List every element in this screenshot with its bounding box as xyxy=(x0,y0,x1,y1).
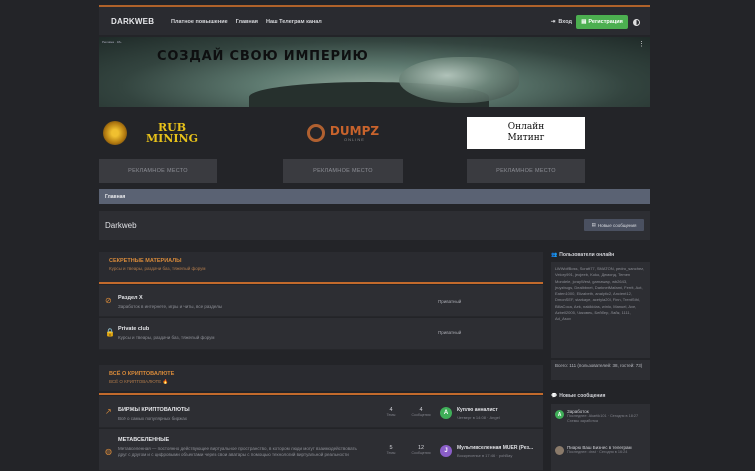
forum-last-post: Приватный xyxy=(438,299,462,304)
category-divider xyxy=(99,393,543,395)
category-subtitle: ВСЁ О КРИПТОВАЛЮТЕ 🔥 xyxy=(109,379,169,384)
category-header-crypto[interactable]: ВСЁ О КРИПТОВАЛЮТЕ ВСЁ О КРИПТОВАЛЮТЕ 🔥 xyxy=(99,365,543,391)
sidebar-post-item[interactable]: Заработок Последнее: Akartik101 · Сегодн… xyxy=(567,409,638,424)
top-banner-ad[interactable]: Реклама · 18+ СОЗДАЙ СВОЮ ИМПЕРИЮ ⋮ xyxy=(99,37,650,107)
chart-icon: ↗ xyxy=(105,407,112,416)
avatar[interactable]: J xyxy=(440,445,452,457)
banner-corner-text: Реклама · 18+ xyxy=(102,40,122,44)
forum-description: Курсы и твеары, раздачи баз, тяжелый фор… xyxy=(118,335,215,340)
new-posts-block: A Заработок Последнее: Akartik101 · Сего… xyxy=(551,404,650,471)
page-title: Darkweb xyxy=(105,221,137,230)
breadcrumb: Главная xyxy=(99,189,650,204)
login-icon: ⇥ xyxy=(550,19,556,25)
banner-creature-image xyxy=(399,57,519,103)
new-posts-title: Новые сообщения xyxy=(559,393,606,399)
nav-telegram[interactable]: Наш Телеграм канал xyxy=(266,19,322,25)
nav-home[interactable]: Главная xyxy=(236,19,258,25)
last-post-info: Куплю анналист Четверг в 14:08 · Angel xyxy=(457,407,500,420)
category-subtitle: Курсы и твеары, раздачи баз, тяжелый фор… xyxy=(109,266,206,271)
thread-count-label: Темы xyxy=(386,451,396,455)
login-label: Вход xyxy=(558,19,572,25)
online-users-header: 👥 Пользователи онлайн xyxy=(551,252,650,258)
forum-title[interactable]: МЕТАВСЕЛЕННЫЕ xyxy=(118,437,169,443)
online-users-block: LWWolfBoss, Scratt77, SMATON, pedro_sanc… xyxy=(551,262,650,358)
document-icon: ▤ xyxy=(591,222,596,227)
rub-coin-icon xyxy=(103,121,127,145)
forum-node[interactable]: ↗ БИРЖЫ КРИПТОВАЛЮТЫ Всё о самых популяр… xyxy=(99,396,543,428)
banner-title: СОЗДАЙ СВОЮ ИМПЕРИЮ xyxy=(157,49,369,64)
ad-rub-mining[interactable]: RUB MINING xyxy=(99,115,217,151)
theme-toggle-icon[interactable] xyxy=(633,19,640,26)
avatar[interactable]: A xyxy=(555,410,564,419)
ad-slot-1[interactable]: РЕКЛАМНОЕ МЕСТО xyxy=(99,159,217,183)
sidebar-post-meta: Последнее: dnst · Сегодня в 16:24 xyxy=(567,450,628,454)
dumpz-title: DUMPZ xyxy=(329,123,380,138)
top-navbar: DARKWEB Платное повышение Главная Наш Те… xyxy=(99,5,650,35)
ad-slot-2[interactable]: РЕКЛАМНОЕ МЕСТО xyxy=(283,159,403,183)
globe-icon: ◍ xyxy=(105,447,112,456)
forum-description: Всё о самых популярных биржах xyxy=(118,416,188,421)
online-users-title: Пользователи онлайн xyxy=(559,252,615,258)
comments-icon: 💬 xyxy=(551,393,558,399)
hidden-eye-icon: ⊘ xyxy=(105,296,112,305)
online-total-block: Всего: 111 (пользователей: 38, гостей: 7… xyxy=(551,360,650,380)
page-title-bar: Darkweb ▤ Новые сообщения xyxy=(99,211,650,240)
post-count: 4 Сообщения xyxy=(411,407,431,417)
register-button[interactable]: ▤ Регистрация xyxy=(576,15,628,29)
post-count-label: Сообщения xyxy=(411,413,431,417)
forum-description: Метавселенная — постоянно действующее ви… xyxy=(118,446,357,457)
avatar[interactable] xyxy=(555,446,564,455)
last-post-meta: Четверг в 14:08 · Angel xyxy=(457,415,500,420)
thread-count: 4 Темы xyxy=(381,407,401,417)
category-title: СЕКРЕТНЫЕ МАТЕРИАЛЫ xyxy=(109,258,182,264)
last-post-meta: Воскресенье в 17:46 · pohBay xyxy=(457,453,513,458)
online-total: Всего: 111 (пользователей: 38, гостей: 7… xyxy=(555,363,643,368)
sidebar-post-forum[interactable]: Схемы заработка xyxy=(567,419,638,424)
post-count: 12 Сообщения xyxy=(411,445,431,455)
last-post-title[interactable]: Мультивселенная MUER (Рез... xyxy=(457,445,533,451)
login-link[interactable]: ⇥ Вход xyxy=(551,19,572,25)
main-nav: Платное повышение Главная Наш Телеграм к… xyxy=(171,19,322,25)
forum-last-post: Приватный xyxy=(438,330,462,335)
ad-online-meeting[interactable]: Онлайн Митинг xyxy=(467,117,585,149)
register-label: Регистрация xyxy=(588,19,623,25)
meeting-text: Онлайн Митинг xyxy=(507,122,545,143)
new-posts-header: 💬 Новые сообщения xyxy=(551,393,650,399)
online-user-list[interactable]: LWWolfBoss, Scratt77, SMATON, pedro_sanc… xyxy=(551,262,650,327)
new-posts-label: Новые сообщения xyxy=(597,222,637,228)
breadcrumb-home[interactable]: Главная xyxy=(105,194,125,200)
ad-dumpz[interactable]: DUMPZ ONLINE xyxy=(283,115,403,151)
forum-node[interactable]: ◍ МЕТАВСЕЛЕННЫЕ Метавселенная — постоянн… xyxy=(99,429,543,471)
sidebar-post-item[interactable]: Пиарю Ваш Бизнес в телеграм Последнее: d… xyxy=(567,445,632,455)
dumpz-gear-icon xyxy=(306,124,325,142)
lock-icon: 🔒 xyxy=(105,328,115,337)
avatar[interactable]: A xyxy=(440,407,452,419)
forum-node[interactable]: ⊘ Раздел X Заработок в интернете, игры и… xyxy=(99,285,543,317)
ad-slot-3[interactable]: РЕКЛАМНОЕ МЕСТО xyxy=(467,159,585,183)
forum-title[interactable]: Раздел X xyxy=(118,295,143,301)
thread-count: 5 Темы xyxy=(381,445,401,455)
last-post-title[interactable]: Куплю анналист xyxy=(457,407,500,413)
new-posts-button[interactable]: ▤ Новые сообщения xyxy=(584,219,644,231)
last-post-info: Мультивселенная MUER (Рез... Воскресенье… xyxy=(457,445,533,458)
forum-description: Заработок в интернете, игры и читы, все … xyxy=(118,304,223,309)
category-title: ВСЁ О КРИПТОВАЛЮТЕ xyxy=(109,371,175,377)
nav-paid-boost[interactable]: Платное повышение xyxy=(171,19,228,25)
register-icon: ▤ xyxy=(581,19,587,25)
post-count-label: Сообщения xyxy=(411,451,431,455)
site-logo[interactable]: DARKWEB xyxy=(111,17,154,26)
forum-title[interactable]: БИРЖЫ КРИПТОВАЛЮТЫ xyxy=(118,407,190,413)
forum-node[interactable]: 🔒 Private club Курсы и твеары, раздачи б… xyxy=(99,318,543,350)
users-icon: 👥 xyxy=(551,252,558,258)
forum-title[interactable]: Private club xyxy=(118,326,149,332)
category-divider xyxy=(99,282,543,284)
category-header-secret[interactable]: СЕКРЕТНЫЕ МАТЕРИАЛЫ Курсы и твеары, разд… xyxy=(99,252,543,282)
more-icon[interactable]: ⋮ xyxy=(638,40,645,48)
rub-mining-text: RUB MINING xyxy=(146,121,198,145)
thread-count-label: Темы xyxy=(386,413,396,417)
